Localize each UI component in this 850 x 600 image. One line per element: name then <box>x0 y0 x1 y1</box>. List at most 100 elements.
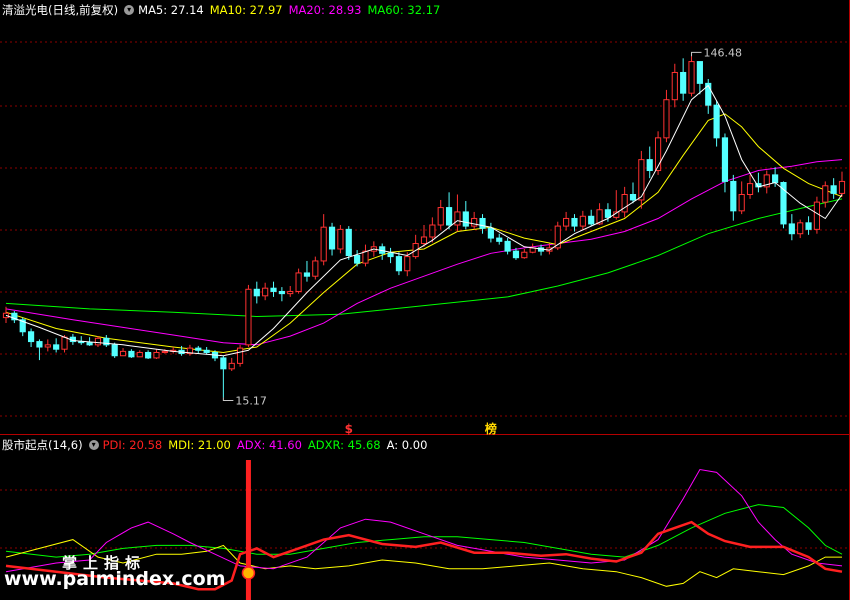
candle-body <box>838 180 846 194</box>
candle-body <box>462 211 469 227</box>
low-price-label: 15.17 <box>235 394 266 407</box>
candle-body <box>588 215 595 225</box>
candle <box>228 357 235 371</box>
candle <box>838 171 846 197</box>
candle <box>671 63 678 108</box>
candle-body <box>287 290 294 295</box>
candle <box>613 190 620 220</box>
candle <box>588 209 595 227</box>
candle <box>713 100 720 147</box>
candle-body <box>387 252 394 258</box>
candle-body <box>830 185 837 194</box>
candle-body <box>395 256 403 272</box>
candle-body <box>571 217 578 227</box>
dropdown-circle-icon[interactable]: ▾ <box>88 440 99 450</box>
ma60-line <box>5 198 843 318</box>
candle <box>646 146 653 179</box>
candle-body <box>295 272 302 292</box>
candle-body <box>496 237 503 242</box>
candle <box>44 339 51 352</box>
pdi-legend: PDI: 20.58 <box>102 438 163 452</box>
candle <box>663 89 670 143</box>
candle-body <box>228 362 235 370</box>
candle <box>471 211 478 230</box>
candle-body <box>437 207 444 226</box>
candle-body <box>454 211 461 226</box>
adxr-legend: ADXR: 45.68 <box>307 438 381 452</box>
candle <box>94 336 102 348</box>
event-marker: $ <box>345 422 353 436</box>
mdi-legend: MDI: 21.00 <box>168 438 231 452</box>
candle-body <box>688 61 695 94</box>
candle <box>579 210 586 231</box>
candle-body <box>646 159 653 172</box>
candle <box>128 349 135 358</box>
candle <box>395 252 403 276</box>
candle-body <box>145 351 152 359</box>
candle-body <box>730 180 737 212</box>
candle <box>813 196 821 234</box>
candle-body <box>721 137 729 182</box>
candle-body <box>512 250 520 259</box>
candlestick-layer[interactable] <box>2 56 846 398</box>
low-price-pointer <box>222 397 234 401</box>
ma60-line-layer <box>5 198 843 318</box>
candle <box>145 350 152 360</box>
candle-body <box>262 287 269 297</box>
candle <box>111 342 118 358</box>
candle <box>345 226 352 260</box>
candle <box>746 174 754 199</box>
ma60-legend: MA60: 32.17 <box>367 3 441 17</box>
candle-body <box>220 357 227 370</box>
chart-canvas[interactable]: 146.48 15.17 $ 榜 <box>0 0 850 600</box>
high-price-pointer <box>691 51 702 57</box>
indicator-name[interactable]: 股市起点(14,6) <box>2 437 83 453</box>
candle <box>479 214 486 234</box>
candle-body <box>328 226 336 250</box>
ma20-legend: MA20: 28.93 <box>288 3 362 17</box>
candle-body <box>663 99 670 139</box>
candle <box>462 201 469 230</box>
signal-coin-icon <box>241 566 256 580</box>
candle-body <box>53 344 60 350</box>
candle <box>27 328 35 348</box>
candle-body <box>738 193 745 212</box>
candle-body <box>345 228 352 257</box>
candle-body <box>86 342 93 346</box>
chart-stage[interactable]: 146.48 15.17 $ 榜 清溢光电(日线,前复权) ▾ MA5: 27.1… <box>0 0 850 600</box>
candle-body <box>94 337 102 346</box>
candle <box>638 150 645 209</box>
dropdown-circle-icon[interactable]: ▾ <box>124 5 135 15</box>
candle-body <box>822 185 829 203</box>
candle <box>387 247 394 264</box>
candle-body <box>429 224 436 238</box>
candle-body <box>337 228 344 250</box>
candle <box>521 248 528 259</box>
candle-body <box>404 256 411 272</box>
candle <box>320 214 327 266</box>
candle <box>788 214 795 241</box>
candle <box>236 344 244 367</box>
adxr-line <box>5 504 843 558</box>
candle-body <box>354 255 361 264</box>
candle-body <box>195 347 202 351</box>
candle <box>195 345 202 354</box>
stock-title[interactable]: 清溢光电(日线,前复权) <box>2 2 118 18</box>
candle-body <box>746 183 754 195</box>
candle-body <box>487 227 494 239</box>
candle-body <box>320 226 327 262</box>
candle <box>245 284 252 348</box>
candle <box>797 219 804 239</box>
candle-body <box>504 240 511 252</box>
candle <box>504 238 511 255</box>
candle-body <box>253 288 260 297</box>
high-price-label: 146.48 <box>704 46 743 59</box>
candle <box>629 182 637 204</box>
grid-lines <box>0 0 850 600</box>
ma20-line <box>5 159 843 346</box>
candle-body <box>805 222 812 230</box>
candle <box>170 347 177 354</box>
event-marker: 榜 <box>485 421 497 436</box>
candle <box>11 311 18 324</box>
candle <box>830 178 837 199</box>
